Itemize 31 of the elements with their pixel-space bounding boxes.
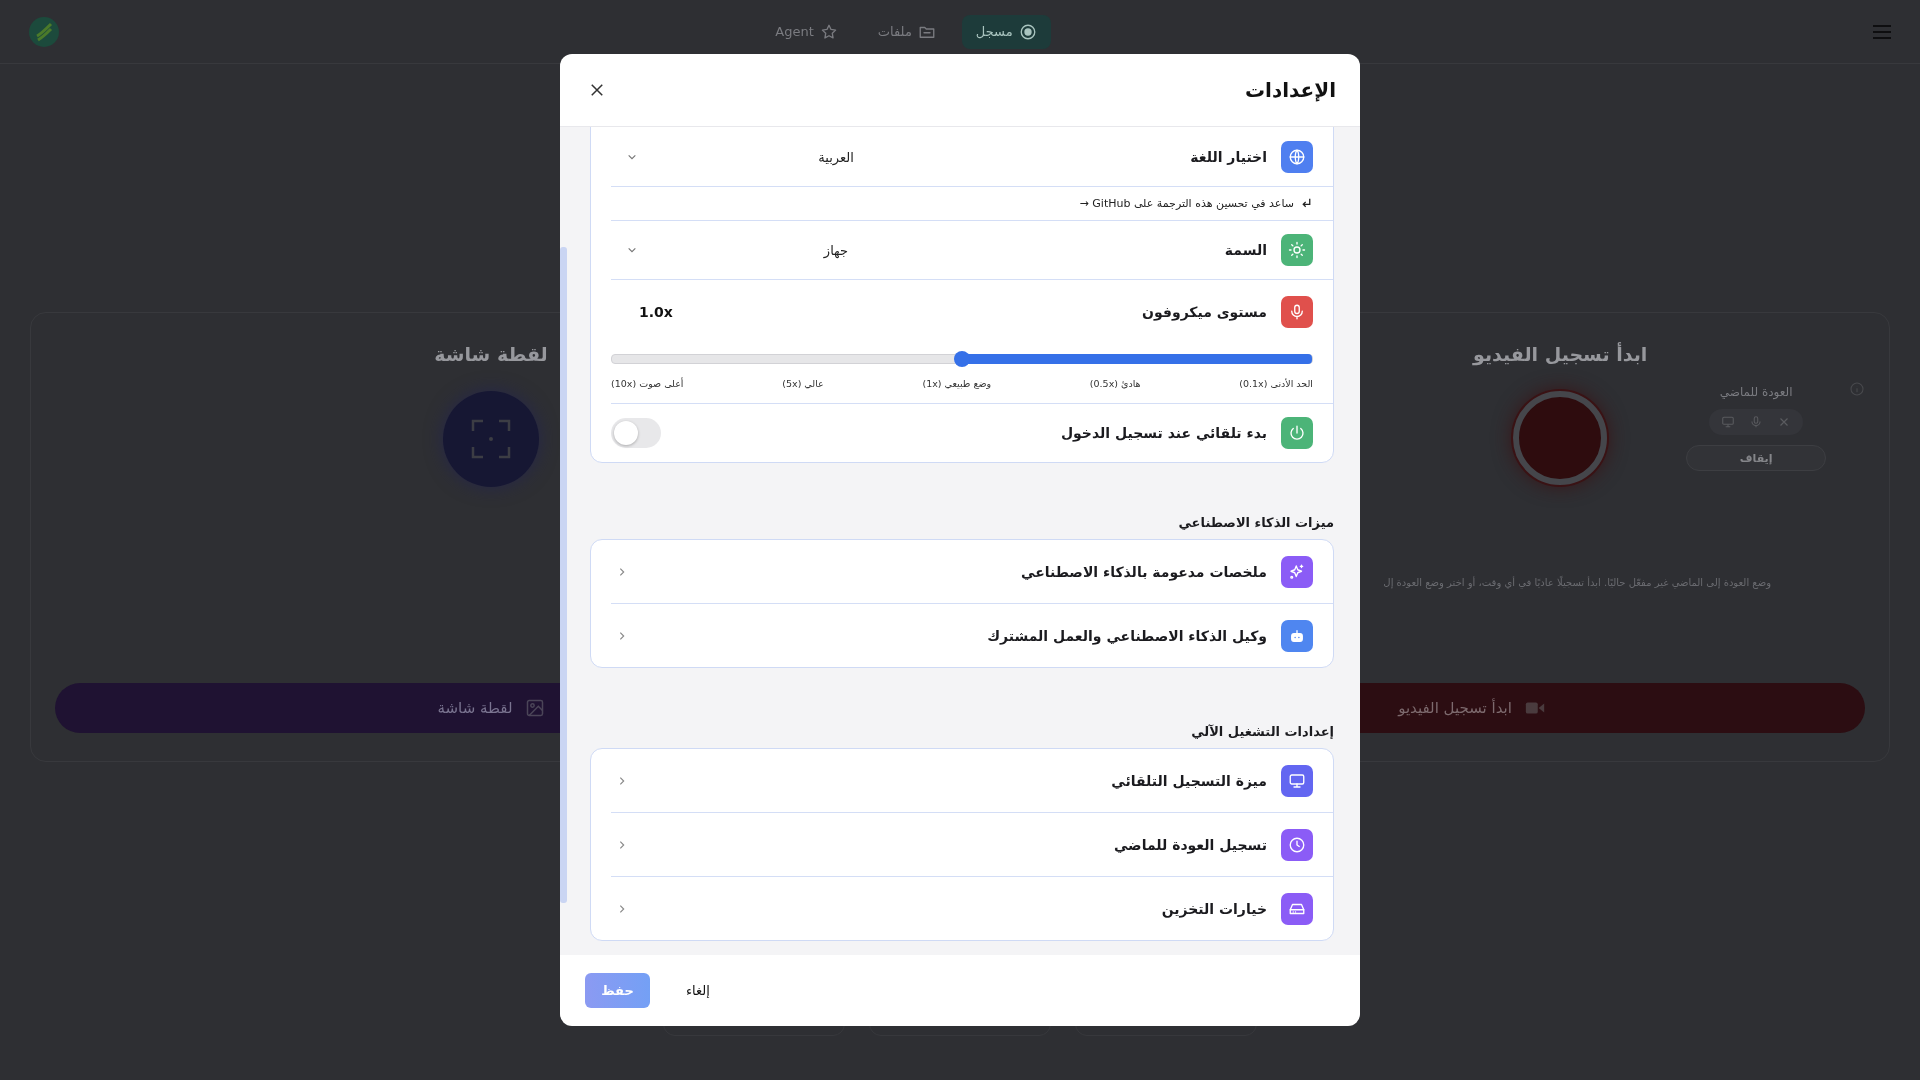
- setting-label: تسجيل العودة للماضي: [1113, 836, 1267, 853]
- settings-row[interactable]: خيارات التخزين: [611, 877, 1333, 940]
- setting-label: وكيل الذكاء الاصطناعي والعمل المشترك: [987, 627, 1267, 644]
- rewind-description: وضع العودة إلى الماضي غير مفعّل حاليًا. ابدأ تسجيلًا عاديًا في أي وقت، أو اختر وضع العودة إل: [1383, 577, 1771, 588]
- rewind-title: العودة للماضي: [1719, 385, 1793, 399]
- dropdown[interactable]: جهاز: [611, 242, 1055, 258]
- setting-label: بدء تلقائي عند تسجيل الدخول: [1060, 425, 1267, 441]
- tick-label: هادئ (0.5x): [1089, 378, 1141, 389]
- setting-label: مستوى ميكروفون: [1142, 304, 1267, 320]
- dropdown[interactable]: العربية: [611, 149, 1055, 165]
- settings-row[interactable]: وكيل الذكاء الاصطناعي والعمل المشترك: [611, 604, 1333, 667]
- setting-label: السمة: [1224, 242, 1267, 258]
- section-heading: ميزات الذكاء الاصطناعي: [1177, 515, 1334, 530]
- tick-label: عالي (5x): [782, 378, 824, 389]
- card-title: لقطة شاشة: [434, 343, 548, 365]
- card-title: ابدأ تسجيل الفيديو: [1473, 343, 1648, 365]
- dialog-title: الإعدادات: [1244, 78, 1336, 102]
- tick-label: وضع طبيعي (1x): [922, 378, 992, 389]
- tick-label: أعلى صوت (10x): [611, 378, 684, 389]
- level-reading: 1.0x: [638, 304, 673, 320]
- settings-row[interactable]: ملخصات مدعومة بالذكاء الاصطناعي: [611, 540, 1333, 604]
- settings-row[interactable]: تسجيل العودة للماضي: [611, 813, 1333, 877]
- setting-label: ميزة التسجيل التلقائي: [1111, 772, 1267, 789]
- settings-row[interactable]: ميزة التسجيل التلقائي: [611, 749, 1333, 813]
- setting-label: ملخصات مدعومة بالذكاء الاصطناعي: [1021, 563, 1267, 580]
- setting-label: خيارات التخزين: [1161, 900, 1267, 917]
- setting-label: اختيار اللغة: [1190, 149, 1267, 165]
- nav-tab[interactable]: مسجل: [961, 14, 1051, 49]
- github-link[interactable]: ساعد في تحسين هذه الترجمة على GitHub →: [1079, 197, 1294, 210]
- tick-label: الحد الأدنى (0.1x): [1239, 378, 1313, 389]
- cancel-button[interactable]: إلغاء: [680, 982, 716, 999]
